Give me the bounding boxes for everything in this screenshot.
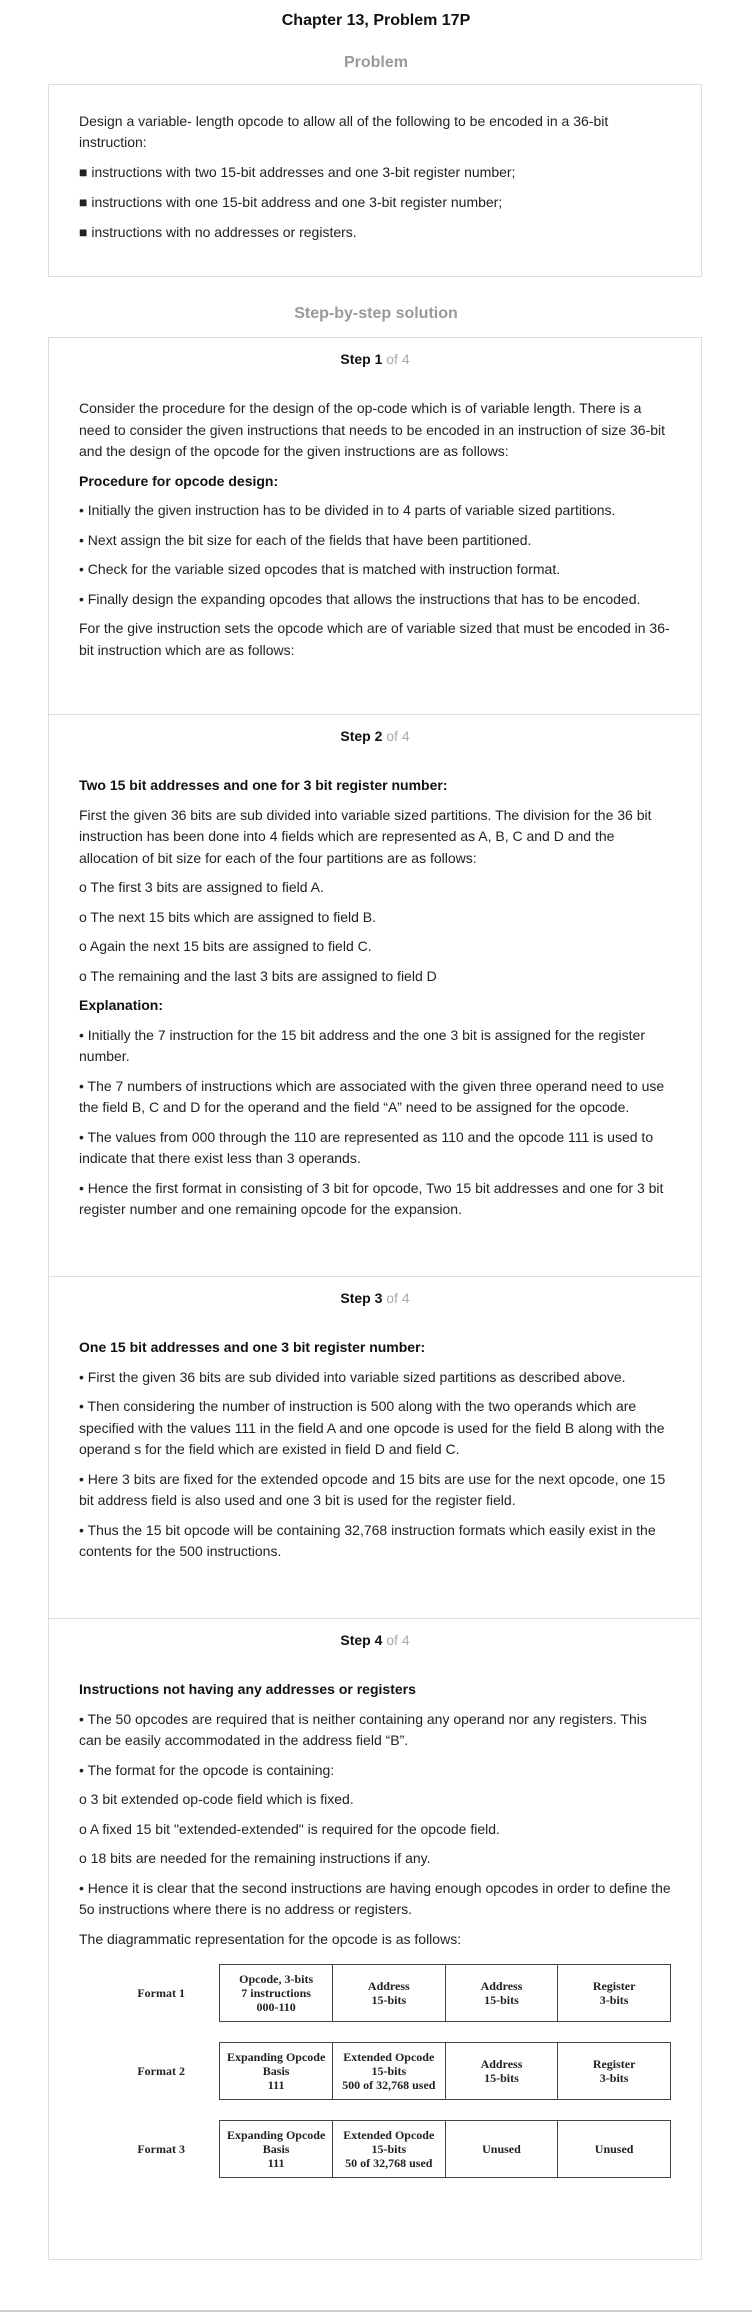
problem-bullet: ■ instructions with no addresses or regi… [79,224,357,240]
step-header: Step 2 of 4 [79,725,671,747]
format-row: Format 3 Expanding Opcode Basis 111 Extend… [103,2120,671,2178]
step-paragraph: o The remaining and the last 3 bits are … [79,967,437,984]
step-label: Step 1 [340,351,383,367]
step-subheading: Two 15 bit addresses and one for 3 bit r… [79,777,448,793]
step-paragraph: • Next assign the bit size for each of t… [79,531,532,548]
step-paragraph: Consider the procedure for the design of… [79,400,666,459]
format-row: Format 1 Opcode, 3-bits 7 instructions 00… [103,1964,671,2022]
problem-bullet: ■ instructions with two 15-bit addresses… [79,164,516,180]
step-paragraph: For the give instruction sets the opcode… [79,620,670,658]
step-header: Step 4 of 4 [79,1629,671,1651]
step-section: Step 4 of 4 Instructions not having any a… [49,1619,701,2259]
step-paragraph: o A fixed 15 bit "extended-extended" is … [79,1820,500,1837]
step-paragraph: • Check for the variable sized opcodes t… [79,561,561,577]
step-paragraph: • Initially the 7 instruction for the 15… [79,1026,646,1065]
step-count: of 4 [386,1632,410,1648]
step-label: Step 2 [340,728,383,744]
format-field-cell: Register 3-bits [557,1965,670,2021]
step-paragraph: • Thus the 15 bit opcode will be contain… [79,1521,656,1560]
step-paragraph: • Finally design the expanding opcodes t… [79,590,641,607]
step-subheading: Explanation: [79,997,164,1013]
page-title: Chapter 13, Problem 17P [281,12,471,29]
format-field-cell: Opcode, 3-bits 7 instructions 000-110 [239,1972,314,2014]
step-paragraph: o Again the next 15 bits are assigned to… [79,938,372,954]
step-subheading: Instructions not having any addresses or… [79,1681,416,1697]
step-paragraph: o 3 bit extended op-code field which is … [79,1791,354,1807]
step-label: Step 4 [340,1632,383,1648]
problem-bullet: ■ instructions with one 15-bit address a… [79,194,503,210]
format-fields: Expanding Opcode Basis 111 Extended Opcod… [219,2042,671,2100]
format-fields: Opcode, 3-bits 7 instructions 000-110 Add… [219,1964,671,2022]
step-count: of 4 [386,1290,410,1306]
step-paragraph: • The values from 000 through the 110 ar… [79,1128,654,1167]
step-header: Step 1 of 4 [79,348,671,370]
step-paragraph: First the given 36 bits are sub divided … [79,806,652,866]
format-field-cell: Unused [557,2121,670,2177]
step-paragraph: • The format for the opcode is containin… [79,1761,335,1778]
step-count: of 4 [386,351,410,367]
format-fields: Expanding Opcode Basis 111 Extended Opcod… [219,2120,671,2178]
step-paragraph: • Hence it is clear that the second inst… [79,1879,671,1918]
step-subheading: One 15 bit addresses and one 3 bit regis… [79,1339,426,1355]
solution-card: Step 1 of 4 Consider the procedure for th… [48,337,702,2260]
step-paragraph: • Then considering the number of instruc… [79,1398,665,1457]
format-label: Format 3 [137,2141,185,2156]
format-field-cell: Register 3-bits [557,2043,670,2099]
step-paragraph: • Here 3 bits are fixed for the extended… [79,1470,666,1509]
step-paragraph: o The first 3 bits are assigned to field… [79,879,324,895]
step-paragraph: • The 50 opcodes are required that is ne… [79,1710,647,1749]
step-section: Step 3 of 4 One 15 bit addresses and one … [49,1277,701,1619]
format-field-cell: Address 15-bits [444,1965,558,2021]
step-subheading: Procedure for opcode design: [79,472,279,489]
problem-heading: Problem [343,54,408,71]
step-paragraph: The diagrammatic representation for the … [79,1930,462,1947]
format-field-cell: Expanding Opcode Basis 111 [226,2128,326,2170]
opcode-format-diagram: Format 1 Opcode, 3-bits 7 instructions 00… [103,1964,671,2178]
step-paragraph: • The 7 numbers of instructions which ar… [79,1077,665,1116]
step-count: of 4 [386,728,410,744]
page-divider [0,2310,752,2312]
step-paragraph: • First the given 36 bits are sub divide… [79,1368,626,1385]
format-row: Format 2 Expanding Opcode Basis 111 Extend… [103,2042,671,2100]
step-header: Step 3 of 4 [79,1287,671,1309]
solution-heading: Step-by-step solution [294,305,458,322]
format-field-cell: Address 15-bits [331,1965,445,2021]
step-paragraph: o The next 15 bits which are assigned to… [79,908,377,925]
step-label: Step 3 [340,1290,383,1306]
format-label: Format 2 [137,2063,185,2078]
step-section: Step 2 of 4 Two 15 bit addresses and one … [49,715,701,1277]
step-paragraph: o 18 bits are needed for the remaining i… [79,1850,431,1866]
format-field-cell: Extended Opcode 15-bits 500 of 32,768 us… [331,2043,445,2099]
format-field-cell: Extended Opcode 15-bits 50 of 32,768 use… [331,2121,445,2177]
step-paragraph: • Hence the first format in consisting o… [79,1179,664,1218]
format-field-cell: Unused [444,2121,558,2177]
format-field-cell: Expanding Opcode Basis 111 [226,2050,326,2092]
format-label: Format 1 [137,1985,185,2000]
problem-text: Design a variable- length opcode to allo… [79,113,609,150]
format-field-cell: Address 15-bits [444,2043,558,2099]
step-paragraph: • Initially the given instruction has to… [79,502,616,518]
problem-card: Design a variable- length opcode to allo… [48,84,702,277]
step-section: Step 1 of 4 Consider the procedure for th… [49,338,701,715]
